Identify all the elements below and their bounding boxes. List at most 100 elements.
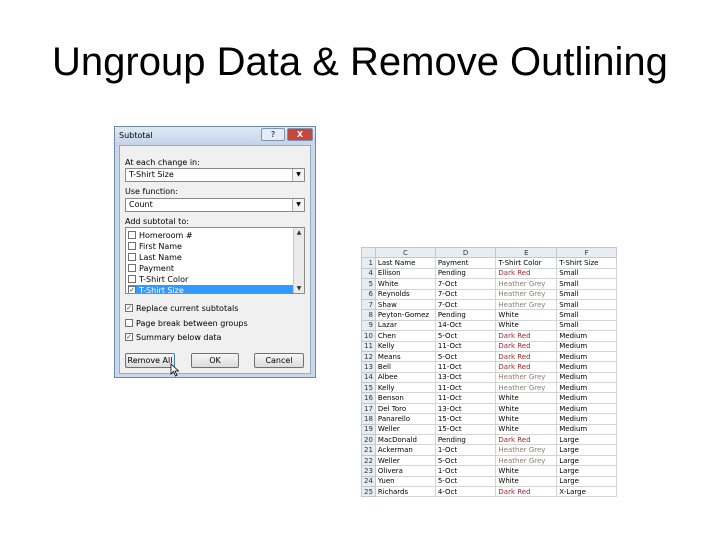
table-cell[interactable]: White bbox=[374, 278, 436, 290]
table-cell[interactable]: Medium bbox=[556, 350, 617, 363]
row-number[interactable]: 11 bbox=[361, 340, 376, 352]
column-header[interactable]: E bbox=[495, 246, 558, 259]
subtotal-list-item[interactable]: ✓ T-Shirt Size bbox=[128, 285, 294, 293]
summary-below-option[interactable]: ✓ Summary below data bbox=[125, 332, 221, 343]
table-cell[interactable]: White bbox=[495, 309, 558, 321]
row-number[interactable]: 22 bbox=[361, 454, 376, 467]
row-number[interactable]: 20 bbox=[361, 434, 376, 446]
table-cell[interactable]: Dark Red bbox=[495, 340, 558, 352]
table-cell[interactable]: 5-Oct bbox=[434, 475, 497, 488]
table-cell[interactable]: White bbox=[495, 413, 558, 425]
row-number[interactable]: 9 bbox=[361, 319, 376, 332]
checkbox[interactable] bbox=[125, 318, 133, 327]
table-cell[interactable]: Heather Grey bbox=[495, 278, 558, 290]
subtotal-list-item[interactable]: Payment bbox=[128, 263, 294, 274]
table-cell[interactable]: Del Toro bbox=[374, 402, 436, 415]
replace-subtotals-option[interactable]: ✓ Replace current subtotals bbox=[125, 303, 238, 314]
table-cell[interactable]: Weller bbox=[374, 454, 436, 467]
page-break-option[interactable]: Page break between groups bbox=[125, 318, 248, 329]
table-cell[interactable]: 4-Oct bbox=[434, 485, 497, 498]
use-function-dropdown[interactable]: Count ▼ bbox=[125, 198, 305, 212]
close-button[interactable]: X bbox=[287, 128, 313, 141]
table-cell[interactable]: Medium bbox=[556, 423, 617, 436]
table-cell[interactable]: 11-Oct bbox=[434, 361, 497, 373]
row-number[interactable]: 14 bbox=[361, 371, 376, 384]
chevron-down-icon[interactable]: ▼ bbox=[292, 169, 304, 181]
table-cell[interactable]: Medium bbox=[556, 371, 617, 384]
table-cell[interactable]: Pending bbox=[434, 267, 497, 280]
table-cell[interactable]: 11-Oct bbox=[434, 382, 497, 394]
table-cell[interactable]: Large bbox=[556, 434, 617, 446]
row-number[interactable]: 16 bbox=[361, 392, 376, 404]
table-cell[interactable]: Peyton-Gomez bbox=[374, 309, 436, 321]
corner-cell[interactable] bbox=[361, 246, 376, 259]
table-cell[interactable]: Dark Red bbox=[495, 330, 558, 342]
table-cell[interactable]: Dark Red bbox=[495, 267, 558, 280]
row-number[interactable]: 19 bbox=[361, 423, 376, 436]
row-number[interactable]: 15 bbox=[361, 382, 376, 394]
checkbox[interactable]: ✓ bbox=[125, 332, 133, 341]
header-cell[interactable]: Last Name bbox=[374, 257, 436, 269]
table-cell[interactable]: Small bbox=[556, 298, 617, 311]
subtotal-list-item[interactable]: Homeroom # bbox=[128, 230, 294, 241]
table-cell[interactable]: Dark Red bbox=[495, 485, 558, 498]
table-cell[interactable]: 11-Oct bbox=[434, 340, 497, 352]
table-cell[interactable]: White bbox=[495, 423, 558, 436]
table-cell[interactable]: Medium bbox=[556, 392, 617, 404]
table-cell[interactable]: White bbox=[495, 392, 558, 404]
at-each-change-dropdown[interactable]: T-Shirt Size ▼ bbox=[125, 168, 305, 182]
table-cell[interactable]: Means bbox=[374, 350, 436, 363]
table-cell[interactable]: Heather Grey bbox=[495, 298, 558, 311]
column-header[interactable]: D bbox=[434, 246, 497, 259]
table-cell[interactable]: Medium bbox=[556, 361, 617, 373]
table-cell[interactable]: Pending bbox=[434, 309, 497, 321]
table-cell[interactable]: Large bbox=[556, 465, 617, 477]
table-cell[interactable]: Medium bbox=[556, 402, 617, 415]
header-cell[interactable]: T-Shirt Color bbox=[495, 257, 558, 269]
table-cell[interactable]: Kelly bbox=[374, 340, 436, 352]
header-cell[interactable]: Payment bbox=[434, 257, 497, 269]
row-number[interactable]: 25 bbox=[361, 485, 376, 498]
row-number[interactable]: 10 bbox=[361, 330, 376, 342]
checkbox[interactable] bbox=[128, 252, 136, 261]
row-number[interactable]: 23 bbox=[361, 465, 376, 477]
table-cell[interactable]: Heather Grey bbox=[495, 288, 558, 300]
table-cell[interactable]: 14-Oct bbox=[434, 319, 497, 332]
table-cell[interactable]: 15-Oct bbox=[434, 423, 497, 436]
table-cell[interactable]: Medium bbox=[556, 340, 617, 352]
checkbox[interactable]: ✓ bbox=[125, 303, 133, 312]
row-number[interactable]: 8 bbox=[361, 309, 376, 321]
table-cell[interactable]: 7-Oct bbox=[434, 288, 497, 300]
table-cell[interactable]: Small bbox=[556, 288, 617, 300]
checkbox[interactable] bbox=[128, 230, 136, 239]
table-cell[interactable]: 5-Oct bbox=[434, 330, 497, 342]
table-cell[interactable]: 1-Oct bbox=[434, 444, 497, 456]
header-cell[interactable]: T-Shirt Size bbox=[556, 257, 617, 269]
table-cell[interactable]: 7-Oct bbox=[434, 278, 497, 290]
column-header[interactable]: C bbox=[374, 246, 436, 259]
table-cell[interactable]: Heather Grey bbox=[495, 371, 558, 384]
table-cell[interactable]: Medium bbox=[556, 382, 617, 394]
table-cell[interactable]: Large bbox=[556, 454, 617, 467]
cancel-button[interactable]: Cancel bbox=[254, 353, 304, 368]
table-cell[interactable]: Dark Red bbox=[495, 350, 558, 363]
row-number[interactable]: 12 bbox=[361, 350, 376, 363]
column-header[interactable]: F bbox=[556, 246, 617, 259]
row-number[interactable]: 7 bbox=[361, 298, 376, 311]
table-cell[interactable]: White bbox=[495, 319, 558, 332]
table-cell[interactable]: 11-Oct bbox=[434, 392, 497, 404]
table-cell[interactable]: Small bbox=[556, 278, 617, 290]
table-cell[interactable]: Ellison bbox=[374, 267, 436, 280]
subtotal-list-item[interactable]: First Name bbox=[128, 241, 294, 252]
row-number[interactable]: 1 bbox=[361, 257, 376, 269]
table-cell[interactable]: 7-Oct bbox=[434, 298, 497, 311]
chevron-down-icon[interactable]: ▼ bbox=[292, 199, 304, 211]
table-cell[interactable]: Bell bbox=[374, 361, 436, 373]
row-number[interactable]: 13 bbox=[361, 361, 376, 373]
row-number[interactable]: 6 bbox=[361, 288, 376, 300]
table-cell[interactable]: 5-Oct bbox=[434, 350, 497, 363]
table-cell[interactable]: Lazar bbox=[374, 319, 436, 332]
table-cell[interactable]: X-Large bbox=[556, 485, 617, 498]
table-cell[interactable]: Heather Grey bbox=[495, 444, 558, 456]
remove-all-button[interactable]: Remove All bbox=[125, 353, 175, 368]
